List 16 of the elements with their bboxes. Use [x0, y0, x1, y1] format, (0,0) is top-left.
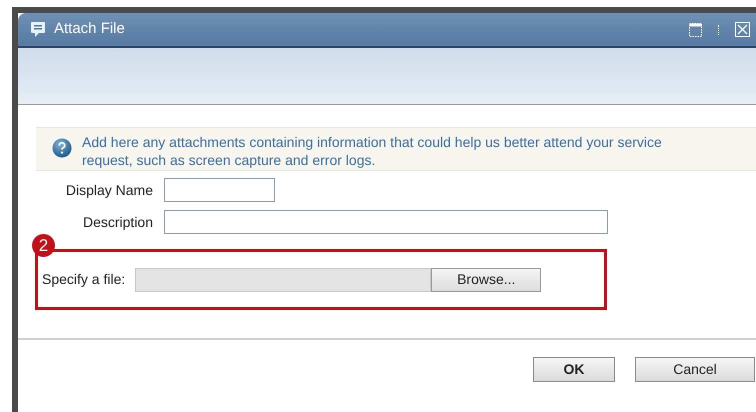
- browse-button[interactable]: Browse...: [431, 268, 542, 292]
- file-path-field[interactable]: [135, 268, 432, 292]
- input-field[interactable]: [164, 210, 608, 234]
- callout-number: 2: [32, 234, 55, 257]
- restore-icon[interactable]: [689, 22, 702, 36]
- field-label: Description: [82, 212, 154, 232]
- info-text: Add here any attachments containing information that could help us better attend your service request, such as screen capture and error logs.: [82, 133, 663, 169]
- speech-bubble-icon: [30, 20, 46, 38]
- field-label: Specify a file:: [42, 270, 126, 289]
- input-field[interactable]: [164, 178, 275, 202]
- close-icon[interactable]: [735, 22, 750, 37]
- cancel-button[interactable]: Cancel: [635, 357, 755, 382]
- window-title: Attach File: [54, 19, 125, 40]
- field-label: Display Name: [64, 180, 154, 200]
- ok-button[interactable]: OK: [533, 357, 615, 382]
- help-icon: [52, 138, 72, 158]
